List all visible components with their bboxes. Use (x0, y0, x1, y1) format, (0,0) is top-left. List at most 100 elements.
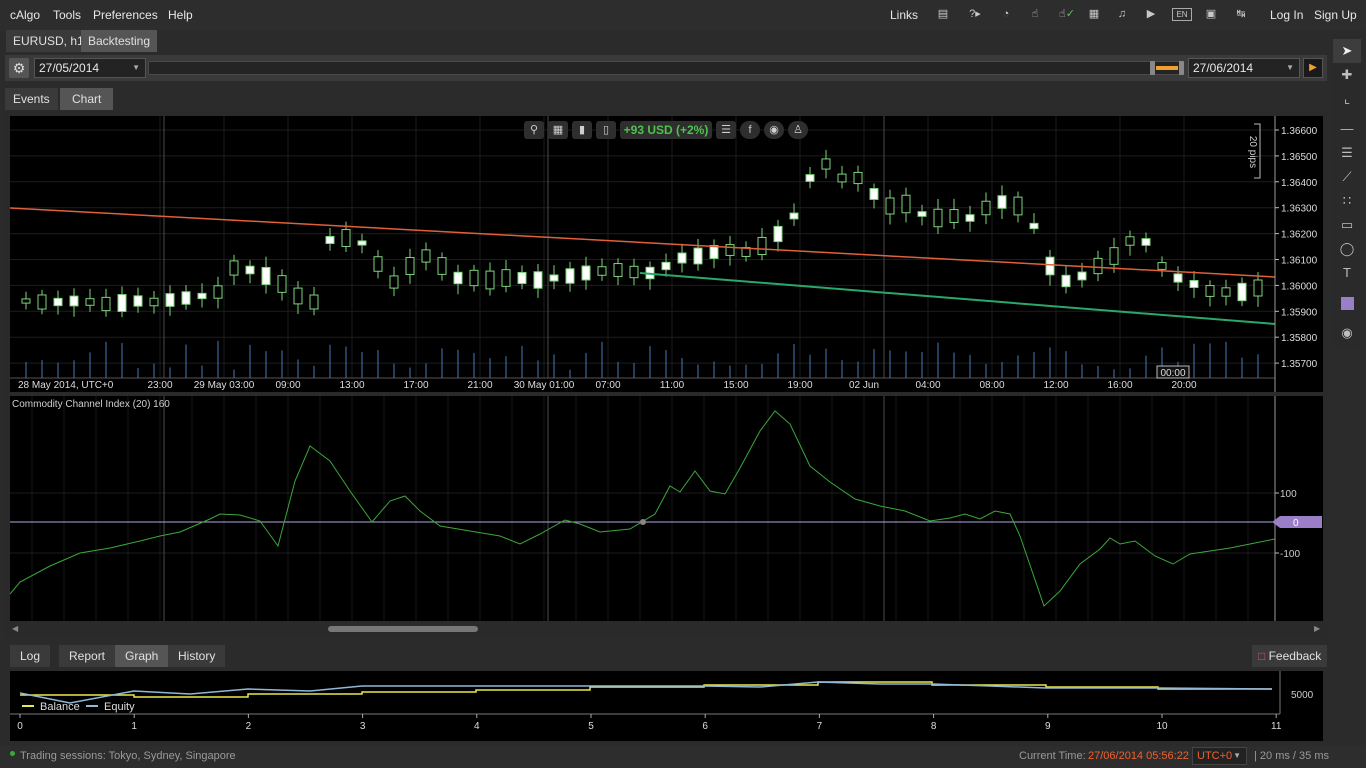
horizontal-line-icon[interactable]: — (1333, 117, 1361, 141)
menu-tools[interactable]: Tools (53, 8, 81, 22)
volume-bars (25, 340, 1259, 378)
candle-body (1141, 238, 1151, 246)
menu-preferences[interactable]: Preferences (93, 8, 158, 22)
trendline-icon[interactable]: ⟋ (1333, 165, 1361, 189)
share-icon[interactable]: ◉ (764, 121, 784, 139)
text-icon[interactable]: T (1333, 261, 1361, 285)
facebook-icon[interactable]: f (740, 121, 760, 139)
graph-x-tick-label: 9 (1045, 721, 1051, 732)
crosshair-icon[interactable]: ✚ (1333, 63, 1361, 87)
feedback-button[interactable]: □ Feedback (1252, 645, 1328, 667)
chart-scrollbar[interactable]: ◀ ▶ (10, 622, 1323, 636)
legend-balance: Balance (40, 701, 80, 713)
candle-body (869, 188, 879, 200)
graph-x-tick-label: 1 (131, 721, 137, 732)
help-video-icon[interactable]: ?▸ (964, 7, 986, 22)
channel-icon[interactable]: ∷ (1333, 189, 1361, 213)
rectangle-icon[interactable]: ▭ (1333, 213, 1361, 237)
red-trendline (9, 207, 1276, 278)
signup-link[interactable]: Sign Up (1314, 8, 1357, 22)
candle-body (981, 200, 991, 216)
fullscreen-icon[interactable]: ↹ (1232, 7, 1250, 22)
gear-icon[interactable]: ⚙ (9, 58, 29, 78)
equity-line (19, 681, 1273, 704)
tab-report[interactable]: Report (59, 645, 116, 667)
fibonacci-icon[interactable]: ☰ (1333, 141, 1361, 165)
end-date-input[interactable]: 27/06/2014 ▼ (1188, 58, 1300, 78)
candle-body (709, 245, 719, 259)
candle-body (693, 247, 703, 265)
links-menu[interactable]: Links (890, 8, 918, 22)
price-x-axis: 28 May 2014, UTC+0 23:00 29 May 03:00 09:00… (18, 380, 1197, 391)
pointer-icon[interactable]: ➤ (1333, 39, 1361, 63)
candle-body (277, 275, 287, 293)
candle-body (357, 240, 367, 246)
user-icon[interactable]: ♙ (788, 121, 808, 139)
candle-body (1077, 271, 1087, 281)
list-icon[interactable]: ☰ (716, 121, 736, 139)
scrollbar-thumb[interactable] (328, 626, 478, 632)
cci-chart[interactable]: Commodity Channel Index (20) 160 100 0 -… (9, 396, 1323, 621)
ellipse-icon[interactable]: ◯ (1333, 237, 1361, 261)
tab-graph[interactable]: Graph (115, 645, 169, 667)
range-slider-handle-right[interactable] (1179, 61, 1184, 75)
hand-check-icon[interactable]: ☝✓ (1056, 7, 1078, 22)
calendar-icon[interactable]: ▦ (1085, 7, 1103, 22)
range-slider-selection (1156, 66, 1178, 70)
play-icon[interactable]: ▶ (1303, 58, 1323, 78)
candle-body (309, 294, 319, 310)
range-slider-track[interactable] (148, 61, 1184, 75)
status-bar: Trading sessions: Tokyo, Sydney, Singapo… (0, 746, 1366, 768)
candle-body (213, 285, 223, 299)
feedback-label: Feedback (1268, 649, 1322, 663)
menu-help[interactable]: Help (168, 8, 193, 22)
zoom-icon[interactable]: ⚲ (524, 121, 544, 139)
measure-icon[interactable]: ⌞ (1333, 87, 1361, 111)
camera-icon[interactable]: ◉ (1333, 321, 1361, 345)
candle-body (149, 297, 159, 307)
color-swatch-icon[interactable] (1333, 291, 1361, 315)
menu-calgo[interactable]: cAlgo (10, 8, 40, 22)
price-chart[interactable]: 1.36600 1.36500 1.36400 1.36300 1.36200 1.361… (9, 116, 1323, 392)
price-y-tick-label: 1.36300 (1281, 204, 1318, 215)
balance-line (20, 681, 1272, 698)
tab-history[interactable]: History (168, 645, 226, 667)
price-x-tick-label: 13:00 (339, 380, 364, 391)
candle-body (1237, 282, 1247, 302)
login-link[interactable]: Log In (1270, 8, 1303, 22)
bars-icon[interactable]: ▯ (596, 121, 616, 139)
candle-body (1093, 257, 1103, 275)
language-icon[interactable]: EN (1172, 8, 1192, 21)
candle-body (917, 211, 927, 217)
chevron-down-icon: ▼ (1233, 751, 1241, 760)
gauge-icon[interactable]: ◔ (997, 7, 1015, 22)
notes-icon[interactable]: ▤ (934, 7, 952, 22)
candle-body (341, 229, 351, 247)
candle-body (85, 298, 95, 306)
tab-chart[interactable]: Chart (60, 88, 114, 110)
price-y-tick-label: 1.36000 (1281, 281, 1318, 292)
scroll-right-icon[interactable]: ▶ (1314, 624, 1320, 633)
price-x-tick-label: 16:00 (1107, 380, 1132, 391)
start-date-input[interactable]: 27/05/2014 ▼ (34, 58, 146, 78)
tab-events[interactable]: Events (5, 88, 58, 110)
tab-log[interactable]: Log (10, 645, 51, 667)
hand-pointer-icon[interactable]: ☝ (1026, 7, 1044, 22)
tab-backtesting[interactable]: Backtesting (81, 30, 158, 52)
tab-eurusd[interactable]: EURUSD, h1 (6, 30, 91, 52)
candle-body (197, 292, 207, 300)
price-x-tick-label: 17:00 (403, 380, 428, 391)
candle-body (453, 271, 463, 285)
timezone-select[interactable]: UTC+0 ▼ (1192, 747, 1247, 765)
candle-body (69, 295, 79, 307)
chart-type-icon[interactable]: ▦ (548, 121, 568, 139)
scroll-left-icon[interactable]: ◀ (12, 624, 18, 633)
bell-icon[interactable]: ♫ (1113, 7, 1131, 22)
current-time-value: 27/06/2014 05:56:22 (1088, 750, 1189, 762)
sound-icon[interactable]: ▶ (1142, 7, 1160, 22)
cci-line (9, 410, 1276, 607)
candle-body (101, 296, 111, 312)
range-slider-handle-left[interactable] (1150, 61, 1155, 75)
candles-icon[interactable]: ▮ (572, 121, 592, 139)
layout-icon[interactable]: ▣ (1202, 7, 1220, 22)
